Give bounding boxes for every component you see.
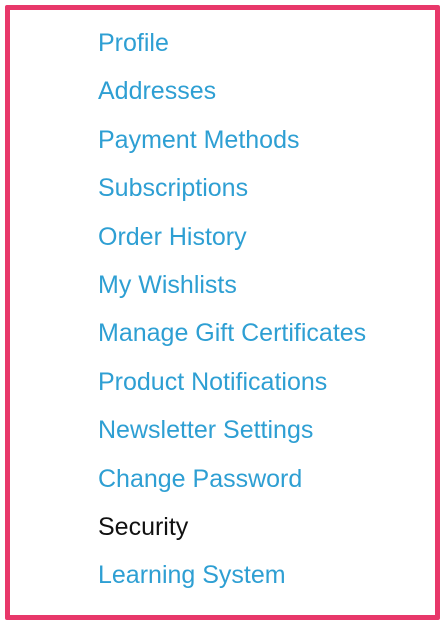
account-nav-item-profile: Profile [98, 26, 366, 74]
account-nav-item-subscriptions: Subscriptions [98, 171, 366, 219]
my-wishlists-link[interactable]: My Wishlists [98, 271, 237, 299]
account-nav-item-learning-system: Learning System [98, 558, 366, 606]
payment-methods-link[interactable]: Payment Methods [98, 126, 300, 154]
account-nav-item-product-notifications: Product Notifications [98, 365, 366, 413]
profile-link[interactable]: Profile [98, 29, 169, 57]
account-nav-item-addresses: Addresses [98, 74, 366, 122]
account-nav-item-security: Security [98, 510, 366, 558]
account-nav-item-order-history: Order History [98, 220, 366, 268]
learning-system-link[interactable]: Learning System [98, 561, 286, 589]
security-current-item: Security [98, 512, 189, 541]
account-nav-panel: Profile Addresses Payment Methods Subscr… [5, 5, 440, 620]
product-notifications-link[interactable]: Product Notifications [98, 368, 327, 396]
account-nav-item-my-wishlists: My Wishlists [98, 268, 366, 316]
addresses-link[interactable]: Addresses [98, 77, 216, 105]
account-nav-item-newsletter-settings: Newsletter Settings [98, 413, 366, 461]
account-nav-item-payment-methods: Payment Methods [98, 123, 366, 171]
manage-gift-certificates-link[interactable]: Manage Gift Certificates [98, 319, 366, 347]
newsletter-settings-link[interactable]: Newsletter Settings [98, 416, 313, 444]
account-nav-item-change-password: Change Password [98, 462, 366, 510]
change-password-link[interactable]: Change Password [98, 465, 302, 493]
order-history-link[interactable]: Order History [98, 223, 247, 251]
account-nav-item-manage-gift-certificates: Manage Gift Certificates [98, 316, 366, 364]
account-nav-list: Profile Addresses Payment Methods Subscr… [98, 26, 366, 607]
subscriptions-link[interactable]: Subscriptions [98, 174, 248, 202]
